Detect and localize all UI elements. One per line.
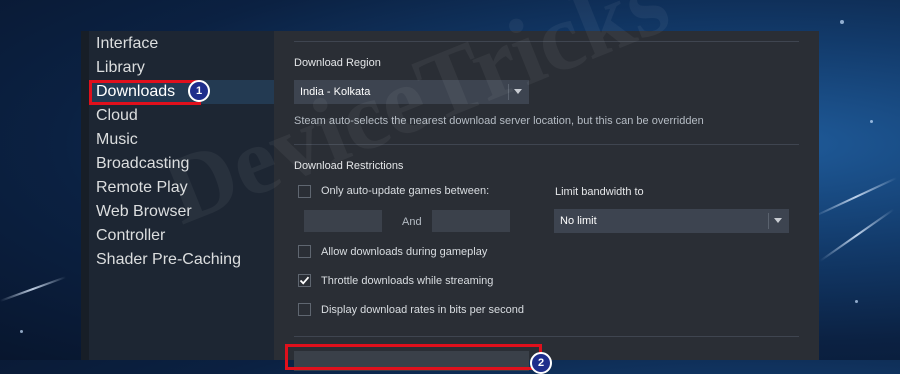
download-region-heading: Download Region: [294, 57, 381, 69]
sidebar-item-library[interactable]: Library: [89, 56, 274, 80]
allow-downloads-during-gameplay-label: Allow downloads during gameplay: [321, 246, 488, 258]
bandwidth-limit-value: No limit: [560, 215, 597, 227]
step-badge-2: 2: [530, 352, 552, 374]
sidebar-item-music[interactable]: Music: [89, 128, 274, 152]
auto-update-start-time-input[interactable]: [304, 210, 382, 232]
background-sparkle: [870, 120, 873, 123]
bandwidth-limit-dropdown[interactable]: No limit: [554, 209, 789, 233]
display-rates-in-bits-label: Display download rates in bits per secon…: [321, 304, 525, 316]
background-streak: [814, 177, 897, 217]
chevron-down-icon: [514, 89, 522, 94]
allow-downloads-during-gameplay-checkbox[interactable]: [298, 245, 311, 258]
background-streak: [0, 276, 67, 302]
chevron-down-icon: [774, 218, 782, 223]
downloads-highlight-box: [89, 80, 201, 105]
sidebar-item-shader-pre-caching[interactable]: Shader Pre-Caching: [89, 248, 274, 272]
divider: [294, 144, 799, 145]
dropdown-divider: [768, 213, 769, 229]
divider: [294, 41, 799, 42]
download-restrictions-heading: Download Restrictions: [294, 160, 404, 172]
background-sparkle: [20, 330, 23, 333]
divider: [294, 336, 799, 337]
checkmark-icon: [299, 276, 310, 285]
download-region-hint: Steam auto-selects the nearest download …: [294, 115, 704, 127]
download-region-value: India - Kolkata: [300, 86, 371, 98]
only-auto-update-label: Only auto-update games between:: [321, 185, 490, 197]
library-folders-highlight-box: [285, 344, 542, 370]
sidebar-item-controller[interactable]: Controller: [89, 224, 274, 248]
background-streak: [819, 208, 895, 262]
step-badge-1: 1: [188, 80, 210, 102]
sidebar-item-cloud[interactable]: Cloud: [89, 104, 274, 128]
and-label: And: [402, 216, 422, 228]
limit-bandwidth-label: Limit bandwidth to: [555, 186, 644, 198]
dropdown-divider: [508, 84, 509, 100]
auto-update-end-time-input[interactable]: [432, 210, 510, 232]
download-region-dropdown[interactable]: India - Kolkata: [294, 80, 529, 104]
background-sparkle: [840, 20, 844, 24]
only-auto-update-checkbox[interactable]: [298, 185, 311, 198]
background-sparkle: [855, 300, 858, 303]
throttle-downloads-label: Throttle downloads while streaming: [321, 275, 494, 287]
throttle-downloads-checkbox[interactable]: [298, 274, 311, 287]
sidebar-item-web-browser[interactable]: Web Browser: [89, 200, 274, 224]
sidebar-item-remote-play[interactable]: Remote Play: [89, 176, 274, 200]
downloads-panel: Download Region India - Kolkata Steam au…: [274, 31, 819, 371]
sidebar-item-broadcasting[interactable]: Broadcasting: [89, 152, 274, 176]
display-rates-in-bits-checkbox[interactable]: [298, 303, 311, 316]
sidebar-item-interface[interactable]: Interface: [89, 32, 274, 56]
sidebar-strip: [81, 31, 89, 360]
